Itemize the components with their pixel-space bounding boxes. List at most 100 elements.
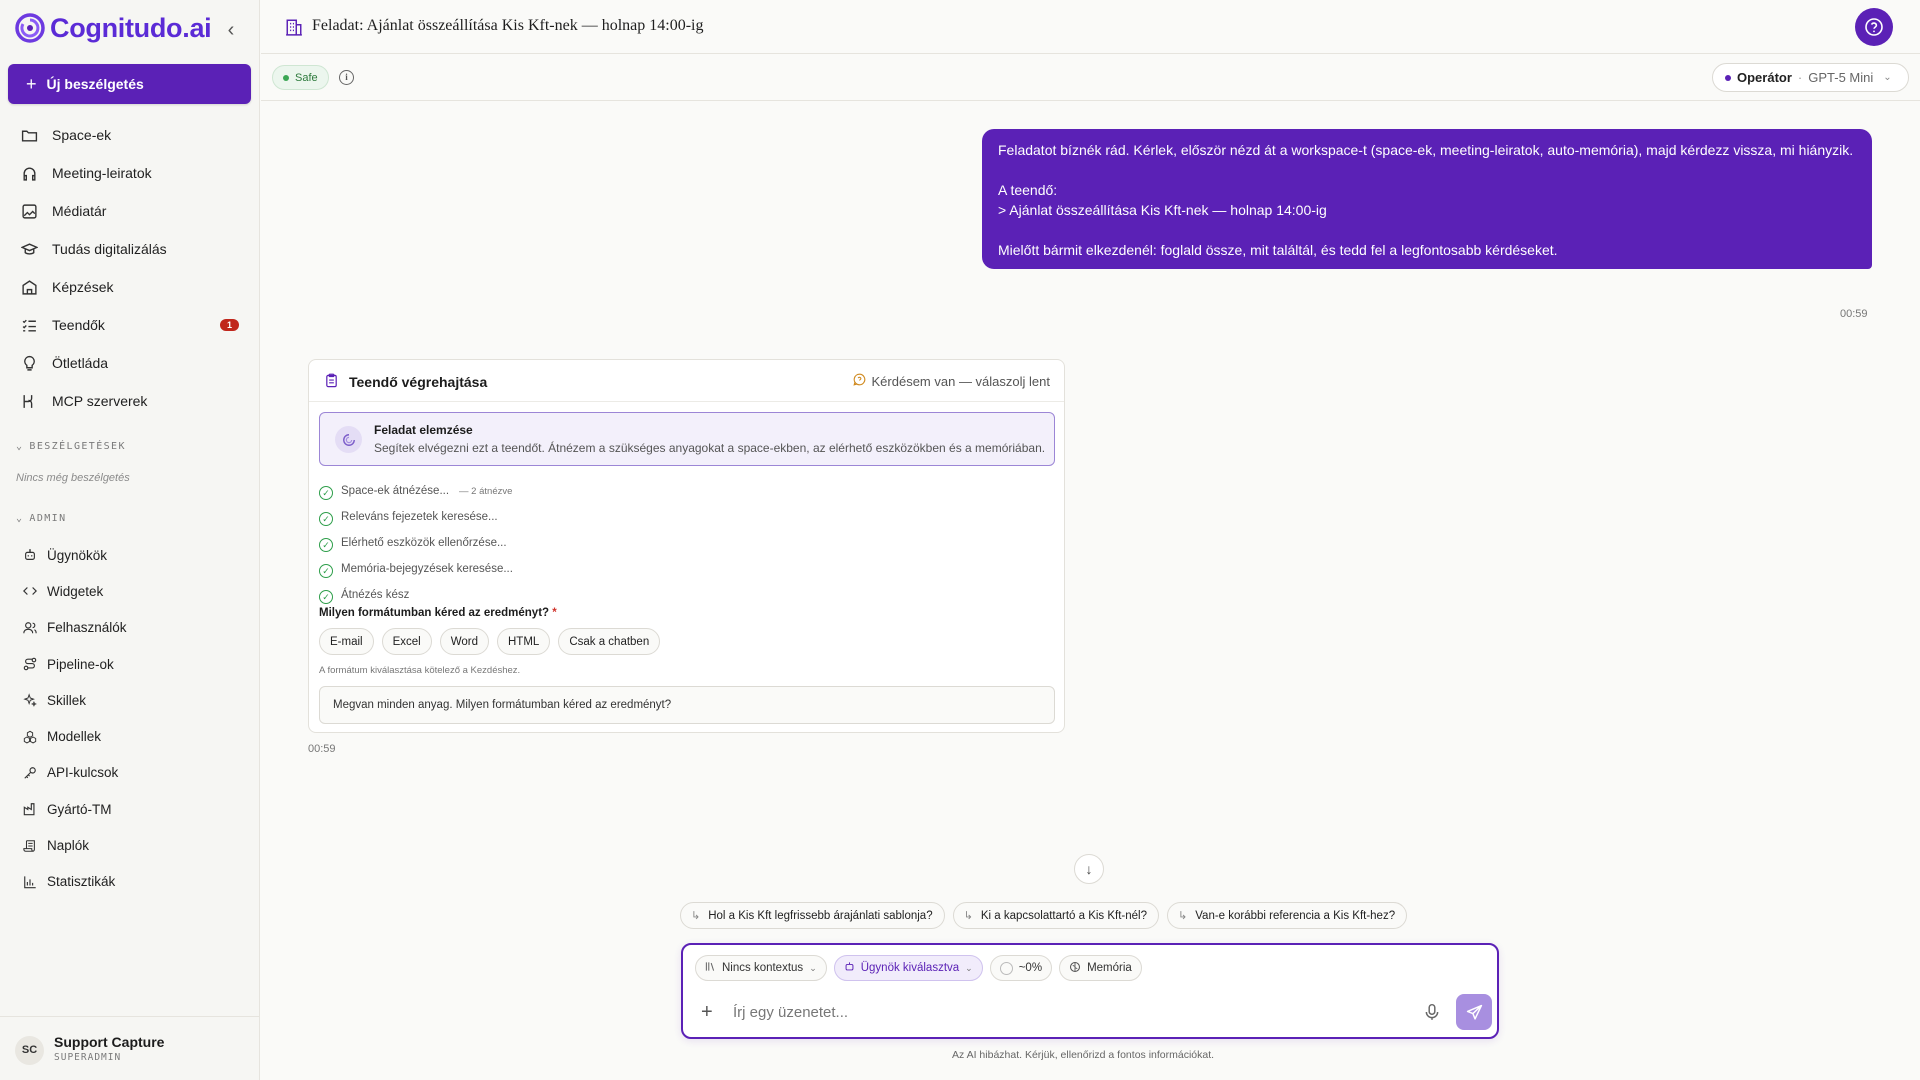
- user-profile[interactable]: SC Support Capture SUPERADMIN: [0, 1016, 260, 1080]
- sidebar-item-media-library[interactable]: Médiatár: [0, 192, 260, 230]
- context-selector[interactable]: Nincs kontextus ⌄: [695, 955, 827, 981]
- reply-arrow-icon: ↳: [691, 910, 701, 922]
- card-reply-field[interactable]: [319, 686, 1055, 724]
- admin-item-statistics[interactable]: Statisztikák: [0, 864, 260, 900]
- admin-item-label: Skillek: [47, 692, 87, 708]
- chevron-down-icon: ⌄: [965, 962, 973, 973]
- suggestion-chip[interactable]: ↳ Hol a Kis Kft legfrissebb árajánlati s…: [680, 902, 945, 929]
- message-timestamp: 00:59: [308, 743, 336, 755]
- message-input[interactable]: [733, 997, 1373, 1027]
- admin-item-label: Gyártó-TM: [47, 801, 112, 817]
- format-options: E-mail Excel Word HTML Csak a chatben: [319, 628, 661, 655]
- memory-toggle[interactable]: Memória: [1059, 955, 1142, 981]
- check-circle-icon: ✓: [319, 564, 333, 578]
- suggestion-chip[interactable]: ↳ Ki a kapcsolattartó a Kis Kft-nél?: [952, 902, 1160, 929]
- sidebar-item-spaces[interactable]: Space-ek: [0, 116, 260, 154]
- admin-item-users[interactable]: Felhasználók: [0, 610, 260, 646]
- folder-icon: [20, 126, 38, 144]
- format-option-word[interactable]: Word: [439, 628, 489, 655]
- check-circle-icon: ✓: [319, 538, 333, 552]
- admin-item-skills[interactable]: Skillek: [0, 682, 260, 718]
- progress-steps: ✓ Space-ek átnézése... — 2 átnézve ✓ Rel…: [319, 478, 513, 608]
- check-circle-icon: ✓: [319, 590, 333, 604]
- sidebar-item-idea-box[interactable]: Ötletláda: [0, 344, 260, 382]
- new-chat-button[interactable]: + Új beszélgetés: [8, 64, 251, 104]
- format-option-chat-only[interactable]: Csak a chatben: [558, 628, 661, 655]
- users-icon: [22, 620, 37, 635]
- admin-item-agents[interactable]: Ügynökök: [0, 537, 260, 573]
- message-line: A teendő:: [998, 182, 1058, 198]
- sidebar-item-label: Space-ek: [52, 127, 112, 143]
- sidebar-item-meeting-transcripts[interactable]: Meeting-leiratok: [0, 154, 260, 192]
- admin-item-api-keys[interactable]: API-kulcsok: [0, 755, 260, 791]
- admin-section-toggle[interactable]: ⌄ ADMIN: [16, 513, 67, 524]
- card-status: Kérdésem van — válaszolj lent: [852, 373, 1050, 389]
- agent-selector[interactable]: Ügynök kiválasztva ⌄: [833, 955, 983, 981]
- message-composer: Nincs kontextus ⌄ Ügynök kiválasztva ⌄ ~…: [681, 943, 1499, 1039]
- info-icon[interactable]: i: [339, 70, 354, 85]
- format-question-text: Milyen formátumban kéred az eredményt?: [319, 607, 550, 619]
- format-option-html[interactable]: HTML: [497, 628, 551, 655]
- step-item: ✓ Space-ek átnézése... — 2 átnézve: [319, 478, 513, 504]
- help-button[interactable]: [1855, 8, 1893, 46]
- step-item: ✓ Releváns fejezetek keresése...: [319, 504, 513, 530]
- check-circle-icon: ✓: [319, 486, 333, 500]
- brain-icon: [1069, 961, 1081, 976]
- bot-icon: [844, 961, 855, 975]
- card-reply-input[interactable]: [320, 687, 1054, 723]
- model-selector[interactable]: Operátor · GPT-5 Mini ⌄: [1712, 63, 1909, 92]
- context-usage-indicator[interactable]: ~0%: [989, 955, 1053, 981]
- suggestion-label: Hol a Kis Kft legfrissebb árajánlati sab…: [708, 909, 933, 922]
- top-bar: Feladat: Ajánlat összeállítása Kis Kft-n…: [261, 0, 1920, 54]
- bar-chart-icon: [22, 874, 37, 889]
- suggestion-label: Van-e korábbi referencia a Kis Kft-hez?: [1195, 909, 1396, 922]
- chevron-down-icon: ⌄: [1883, 72, 1892, 83]
- context-label: Nincs kontextus: [722, 962, 804, 974]
- admin-section-label: ADMIN: [29, 513, 67, 524]
- format-option-email[interactable]: E-mail: [319, 628, 374, 655]
- format-option-excel[interactable]: Excel: [381, 628, 432, 655]
- sidebar-item-todos[interactable]: Teendők 1: [0, 306, 260, 344]
- graduation-cap-icon: [20, 240, 38, 258]
- conversations-section-label: BESZÉLGETÉSEK: [29, 441, 126, 452]
- collapse-sidebar-chevron-icon[interactable]: ‹: [222, 20, 240, 42]
- sidebar-item-trainings[interactable]: Képzések: [0, 268, 260, 306]
- status-dot-icon: [283, 74, 289, 81]
- admin-item-pipelines[interactable]: Pipeline-ok: [0, 646, 260, 682]
- admin-item-widgets[interactable]: Widgetek: [0, 573, 260, 609]
- chevron-down-icon: ⌄: [809, 962, 817, 973]
- admin-item-label: Statisztikák: [47, 874, 116, 890]
- sidebar-item-label: Ötletláda: [52, 355, 109, 371]
- conversations-section-toggle[interactable]: ⌄ BESZÉLGETÉSEK: [16, 441, 126, 452]
- analysis-box: Feladat elemzése Segítek elvégezni ezt a…: [319, 412, 1055, 466]
- sidebar-item-knowledge-digitalization[interactable]: Tudás digitalizálás: [0, 230, 260, 268]
- help-icon: [1865, 18, 1883, 36]
- user-message-bubble: Feladatot bíznék rád. Kérlek, először né…: [982, 129, 1872, 269]
- admin-item-manufacturer-tm[interactable]: Gyártó-TM: [0, 791, 260, 827]
- admin-item-label: Pipeline-ok: [47, 656, 114, 672]
- sidebar-item-mcp-servers[interactable]: MCP szerverek: [0, 382, 260, 420]
- headphones-icon: [20, 164, 38, 182]
- admin-item-models[interactable]: Modellek: [0, 718, 260, 754]
- admin-item-logs[interactable]: Naplók: [0, 827, 260, 863]
- microphone-icon[interactable]: [1423, 1003, 1441, 1021]
- card-status-text: Kérdésem van — válaszolj lent: [871, 373, 1050, 389]
- logo-text: Cognitudo.ai: [50, 12, 212, 43]
- safe-mode-badge[interactable]: Safe: [272, 65, 329, 90]
- analysis-description: Segítek elvégezni ezt a teendőt. Átnézem…: [374, 441, 1046, 455]
- no-conversations-note: Nincs még beszélgetés: [16, 472, 130, 484]
- sparkles-icon: [22, 693, 37, 708]
- logo[interactable]: Cognitudo.ai: [14, 12, 212, 44]
- usage-ring-icon: [999, 961, 1013, 975]
- admin-item-label: Widgetek: [47, 583, 104, 599]
- mode-label: Operátor: [1737, 70, 1792, 85]
- suggestion-chip[interactable]: ↳ Van-e korábbi referencia a Kis Kft-hez…: [1167, 902, 1408, 929]
- sidebar-item-label: Képzések: [52, 279, 114, 295]
- message-timestamp: 00:59: [1840, 308, 1868, 320]
- step-label: Memória-bejegyzések keresése...: [341, 563, 513, 575]
- send-button[interactable]: [1456, 994, 1492, 1030]
- attach-plus-icon[interactable]: +: [701, 1001, 713, 1024]
- admin-item-label: Ügynökök: [47, 547, 108, 563]
- scroll-to-bottom-button[interactable]: ↓: [1074, 854, 1104, 884]
- usage-label: ~0%: [1018, 962, 1043, 974]
